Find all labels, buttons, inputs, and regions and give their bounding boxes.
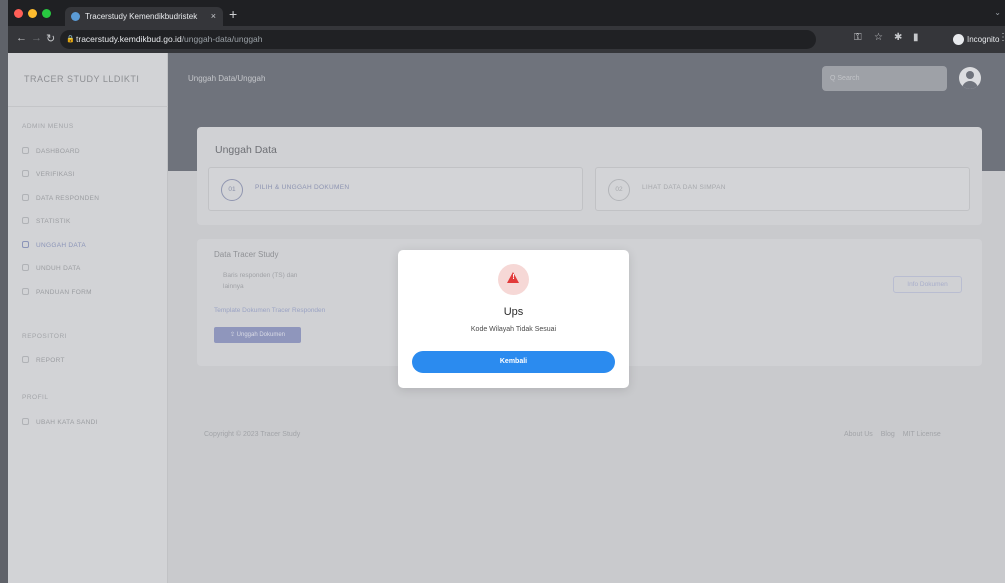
- step-2[interactable]: 02 LIHAT DATA DAN SIMPAN: [595, 167, 970, 211]
- close-window-dot[interactable]: [14, 9, 23, 18]
- sidebar-item-label: VERIFIKASI: [36, 171, 75, 178]
- page: TRACER STUDY LLDIKTI ADMIN MENUS DASHBOA…: [8, 53, 1005, 583]
- avatar-head-icon: [966, 71, 974, 79]
- screen: Tracerstudy Kemendikbudristek × + ⌄ ← → …: [8, 0, 1005, 583]
- sidebar-item-label: UNDUH DATA: [36, 265, 81, 272]
- sidebar-item-panduan-form[interactable]: PANDUAN FORM: [22, 286, 92, 300]
- sidebar-heading-admin: ADMIN MENUS: [22, 123, 74, 130]
- star-icon[interactable]: ☆: [874, 32, 883, 43]
- step-1[interactable]: 01 PILIH & UNGGAH DOKUMEN: [208, 167, 583, 211]
- sidebar-item-label: DATA RESPONDEN: [36, 195, 100, 202]
- avatar-body-icon: [962, 81, 978, 89]
- warning-icon: !: [498, 264, 529, 295]
- breadcrumb: Unggah Data/Unggah: [188, 74, 266, 83]
- step-number: 01: [221, 179, 243, 201]
- sidebar-item-label: UNGGAH DATA: [36, 242, 87, 249]
- search-input[interactable]: Q Search: [822, 66, 947, 91]
- incognito-indicator[interactable]: Incognito: [953, 30, 999, 49]
- url-host: tracerstudy.kemdikbud.go.id: [76, 34, 182, 44]
- back-icon[interactable]: ←: [16, 32, 27, 44]
- browser-tab[interactable]: Tracerstudy Kemendikbudristek ×: [65, 7, 223, 26]
- browser-tabbar: Tracerstudy Kemendikbudristek × + ⌄: [8, 0, 1005, 26]
- exclamation-icon: !: [512, 274, 515, 281]
- browser-toolbar: ← → ↻ 🔒 tracerstudy.kemdikbud.go.id/ungg…: [8, 26, 1005, 53]
- upload-steps-card: Unggah Data 01 PILIH & UNGGAH DOKUMEN 02…: [197, 127, 982, 225]
- responden-icon: [22, 194, 29, 201]
- kembali-button[interactable]: Kembali: [412, 351, 615, 373]
- card-title: Unggah Data: [215, 144, 277, 156]
- sidebar-item-verifikasi[interactable]: VERIFIKASI: [22, 168, 75, 182]
- sidebar-item-label: DASHBOARD: [36, 148, 80, 155]
- address-bar[interactable]: 🔒 tracerstudy.kemdikbud.go.id/unggah-dat…: [60, 30, 816, 49]
- sidebar-item-dashboard[interactable]: DASHBOARD: [22, 145, 80, 159]
- sidebar-item-statistik[interactable]: STATISTIK: [22, 215, 71, 229]
- minimize-window-dot[interactable]: [28, 9, 37, 18]
- lock-icon: 🔒: [66, 36, 75, 43]
- chart-icon: [22, 217, 29, 224]
- sidebar-item-unduh-data[interactable]: UNDUH DATA: [22, 262, 81, 276]
- tab-search-chevron-icon[interactable]: ⌄: [994, 8, 1001, 17]
- sidebar-item-label: REPORT: [36, 357, 65, 364]
- verify-icon: [22, 170, 29, 177]
- footer-link-license[interactable]: MIT License: [903, 431, 941, 438]
- sidebar-item-unggah-data[interactable]: UNGGAH DATA: [22, 239, 86, 253]
- menu-kebab-icon[interactable]: ⋮: [998, 32, 1005, 43]
- card-title: Data Tracer Study: [214, 250, 279, 259]
- step-label: LIHAT DATA DAN SIMPAN: [642, 184, 726, 191]
- card-text: Baris responden (TS) dan: [223, 272, 298, 279]
- guide-icon: [22, 288, 29, 295]
- modal-message: Kode Wilayah Tidak Sesuai: [470, 326, 557, 333]
- upload-document-button[interactable]: ⇪ Unggah Dokumen: [214, 327, 301, 343]
- sidebar-item-label: PANDUAN FORM: [36, 289, 92, 296]
- report-icon: [22, 356, 29, 363]
- footer-link-blog[interactable]: Blog: [881, 431, 895, 438]
- sidepanel-icon[interactable]: ▮: [913, 32, 919, 43]
- avatar[interactable]: [959, 67, 981, 89]
- sidebar-item-report[interactable]: REPORT: [22, 354, 65, 368]
- incognito-icon: [953, 34, 964, 46]
- sidebar-item-data-responden[interactable]: DATA RESPONDEN: [22, 192, 99, 206]
- sidebar-item-label: STATISTIK: [36, 218, 71, 225]
- modal-title: Ups: [503, 306, 524, 318]
- footer-links: About Us Blog MIT License: [838, 431, 941, 438]
- tab-close-icon[interactable]: ×: [211, 7, 216, 26]
- forward-icon[interactable]: →: [31, 32, 42, 44]
- key-icon: [22, 418, 29, 425]
- template-link[interactable]: Template Dokumen Tracer Responden: [214, 307, 325, 314]
- favicon-icon: [71, 12, 80, 21]
- info-document-button[interactable]: Info Dokumen: [893, 276, 962, 293]
- dashboard-icon: [22, 147, 29, 154]
- maximize-window-dot[interactable]: [42, 9, 51, 18]
- url-path: /unggah-data/unggah: [181, 34, 263, 44]
- footer-copyright: Copyright © 2023 Tracer Study: [204, 431, 301, 438]
- reload-icon[interactable]: ↻: [46, 32, 55, 45]
- step-label: PILIH & UNGGAH DOKUMEN: [255, 184, 350, 191]
- incognito-label: Incognito: [967, 35, 1000, 44]
- tab-title: Tracerstudy Kemendikbudristek: [85, 12, 198, 21]
- footer-link-about[interactable]: About Us: [844, 431, 873, 438]
- step-number: 02: [608, 179, 630, 201]
- error-modal: ! Ups Kode Wilayah Tidak Sesuai Kembali: [398, 250, 629, 388]
- new-tab-icon[interactable]: +: [229, 6, 237, 22]
- card-text: lainnya: [223, 283, 244, 290]
- download-icon: [22, 264, 29, 271]
- upload-icon: [22, 241, 29, 248]
- sidebar-heading-repositori: REPOSITORI: [22, 333, 67, 340]
- sidebar-divider: [8, 106, 168, 107]
- sidebar-heading-profil: PROFIL: [22, 394, 49, 401]
- upload-button-label: Unggah Dokumen: [236, 332, 286, 338]
- extensions-icon[interactable]: ✱: [894, 32, 902, 43]
- sidebar-item-label: UBAH KATA SANDI: [36, 419, 98, 426]
- brand-title[interactable]: TRACER STUDY LLDIKTI: [24, 74, 139, 84]
- upload-icon: ⇪: [229, 332, 237, 338]
- sidebar-item-ubah-kata-sandi[interactable]: UBAH KATA SANDI: [22, 416, 98, 430]
- sidebar: TRACER STUDY LLDIKTI ADMIN MENUS DASHBOA…: [8, 53, 168, 583]
- key-icon[interactable]: ⚿: [854, 32, 862, 43]
